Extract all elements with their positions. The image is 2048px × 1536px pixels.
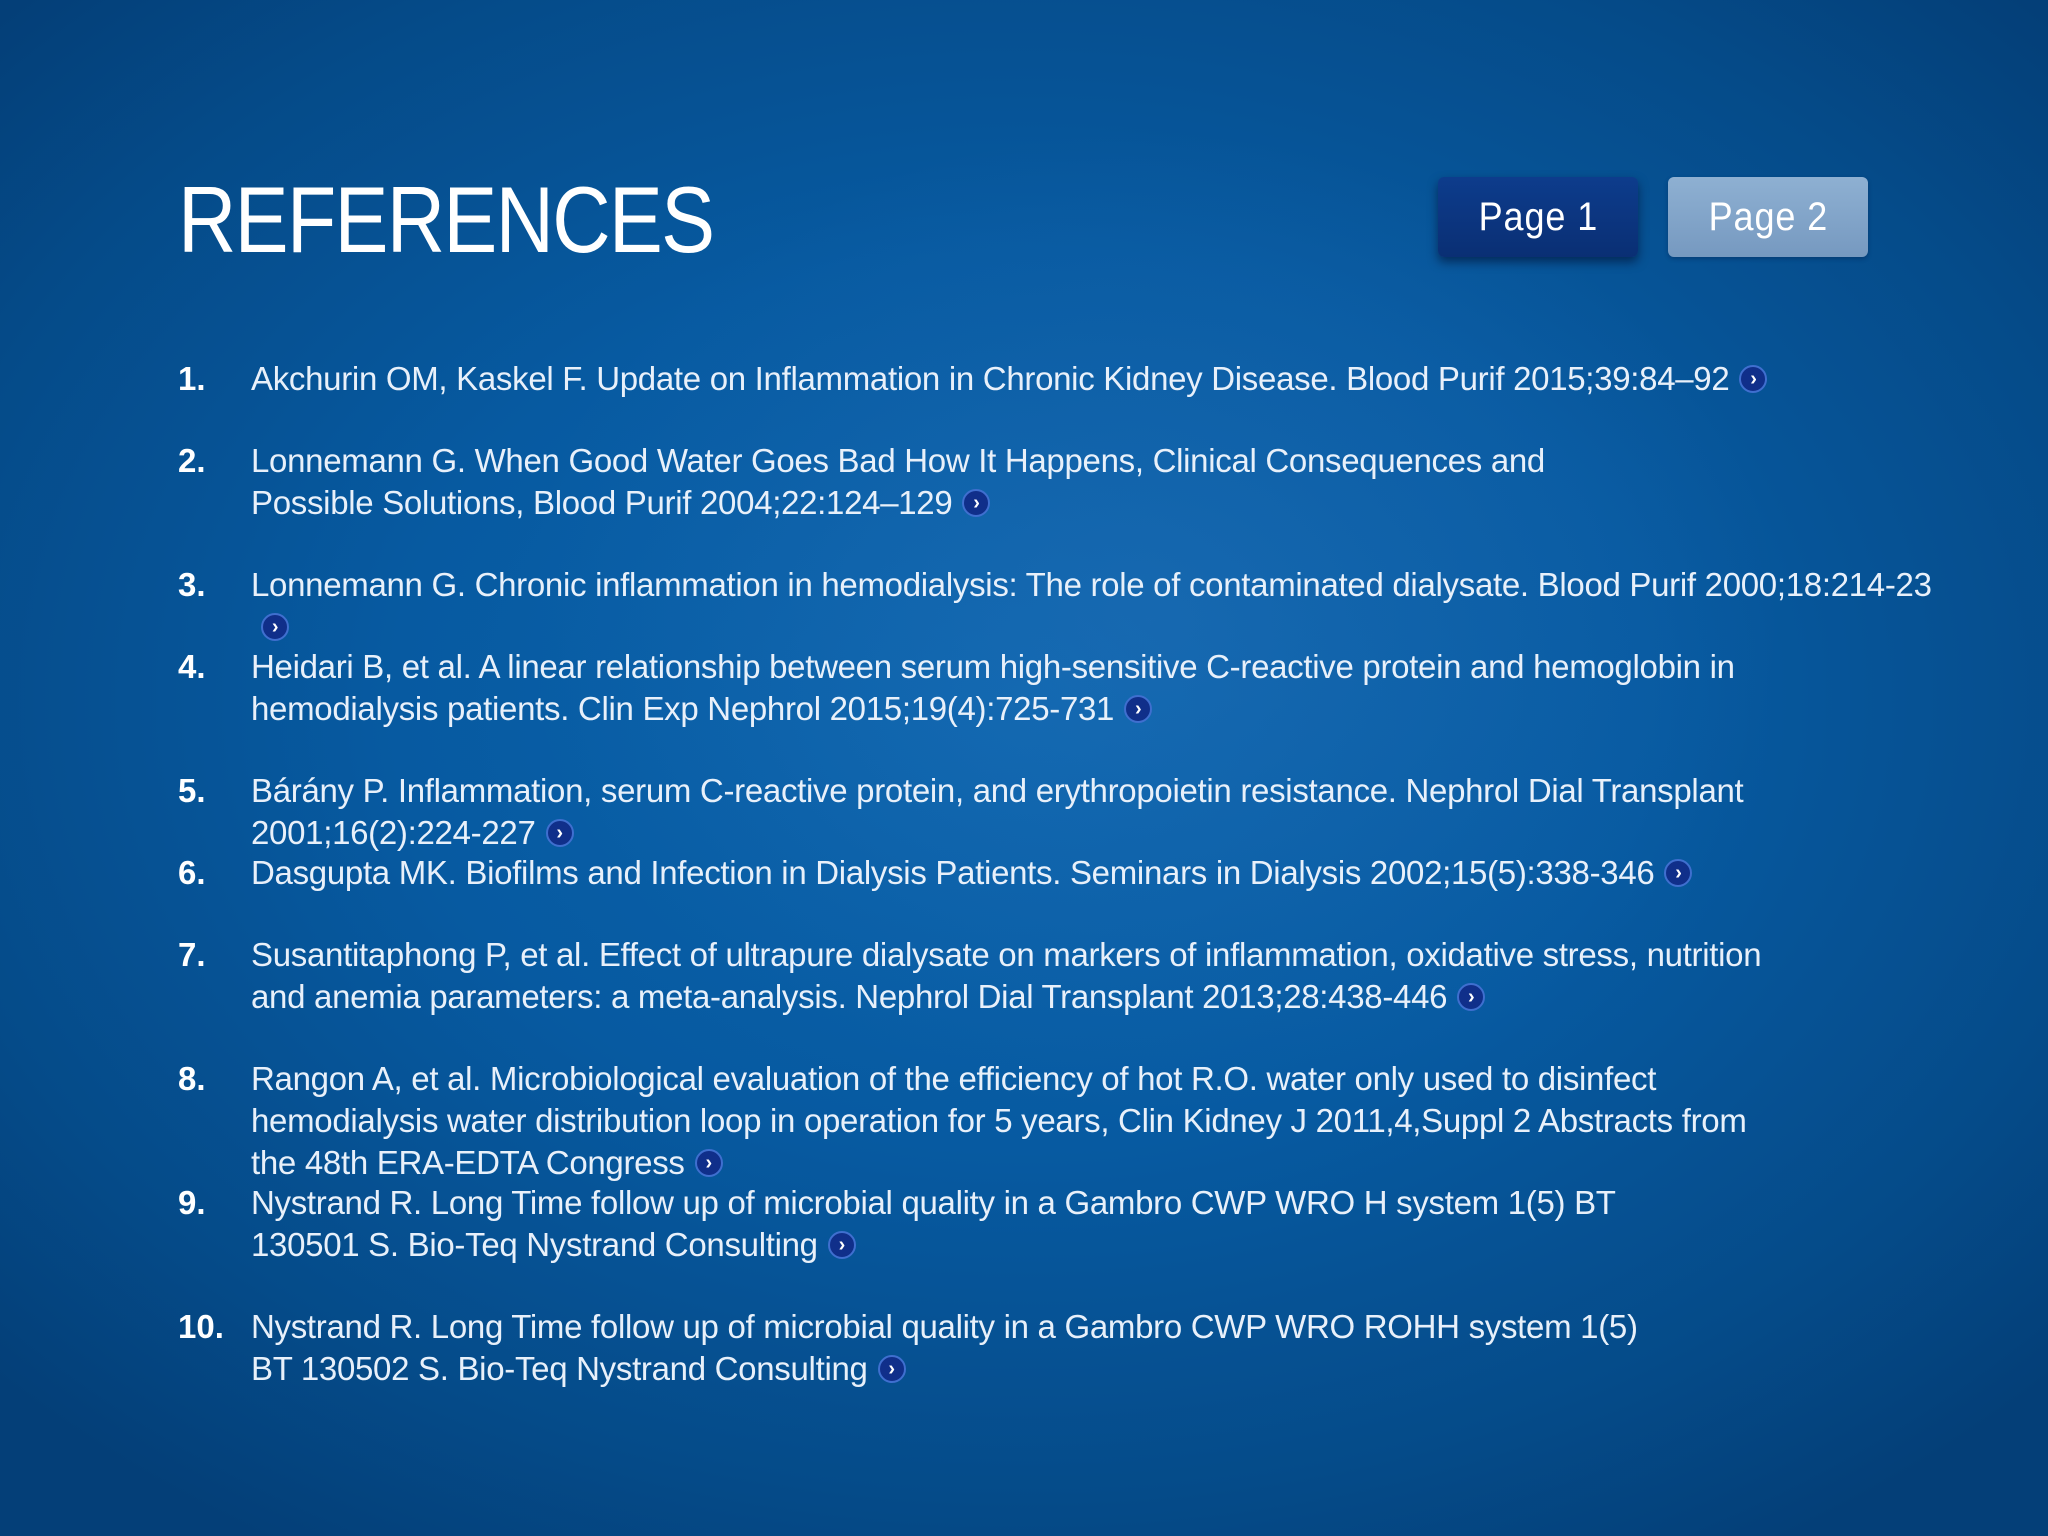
page-2-label: Page 2	[1708, 194, 1828, 239]
external-link-icon[interactable]: ›	[1457, 983, 1486, 1012]
reference-number: 7.	[178, 936, 206, 973]
reference-text-block: Susantitaphong P, et al. Effect of ultra…	[251, 934, 1791, 1018]
external-link-icon[interactable]: ›	[694, 1149, 723, 1178]
reference-text-block: Rangon A, et al. Microbiological evaluat…	[251, 1058, 1791, 1184]
page-2-button[interactable]: Page 2	[1668, 177, 1868, 257]
references-slide: REFERENCES Page 1 Page 2 1. Akchurin OM,…	[0, 0, 2048, 1536]
reference-number: 4.	[178, 648, 206, 685]
external-link-icon[interactable]: ›	[962, 489, 991, 518]
external-link-icon[interactable]: ›	[1124, 695, 1153, 724]
reference-number: 8.	[178, 1060, 206, 1097]
external-link-icon[interactable]: ›	[1739, 365, 1768, 394]
page-1-label: Page 1	[1478, 194, 1598, 239]
page-title: REFERENCES	[178, 167, 715, 272]
external-link-icon[interactable]: ›	[877, 1355, 906, 1384]
reference-text: Nystrand R. Long Time follow up of micro…	[251, 1308, 1638, 1387]
reference-number: 6.	[178, 854, 206, 891]
reference-text-block: Nystrand R. Long Time follow up of micro…	[251, 1182, 1731, 1266]
reference-text: Susantitaphong P, et al. Effect of ultra…	[251, 936, 1762, 1015]
reference-text: Lonnemann G. Chronic inflammation in hem…	[251, 566, 1932, 603]
reference-text: Dasgupta MK. Biofilms and Infection in D…	[251, 854, 1655, 891]
reference-number: 10.	[178, 1308, 224, 1345]
reference-text: Heidari B, et al. A linear relationship …	[251, 648, 1735, 727]
reference-text-block: Bárány P. Inflammation, serum C-reactive…	[251, 770, 1951, 854]
reference-number: 1.	[178, 360, 206, 397]
reference-number: 2.	[178, 442, 206, 479]
reference-text: Lonnemann G. When Good Water Goes Bad Ho…	[251, 442, 1545, 521]
reference-text-block: Lonnemann G. Chronic inflammation in hem…	[251, 564, 1941, 648]
reference-text: Akchurin OM, Kaskel F. Update on Inflamm…	[251, 360, 1730, 397]
reference-text: Rangon A, et al. Microbiological evaluat…	[251, 1060, 1747, 1181]
reference-text-block: Heidari B, et al. A linear relationship …	[251, 646, 1791, 730]
reference-number: 5.	[178, 772, 206, 809]
reference-text-block: Akchurin OM, Kaskel F. Update on Inflamm…	[251, 358, 1771, 400]
reference-number: 3.	[178, 566, 206, 603]
page-1-button[interactable]: Page 1	[1438, 177, 1638, 257]
reference-text: Bárány P. Inflammation, serum C-reactive…	[251, 772, 1744, 851]
reference-text-block: Dasgupta MK. Biofilms and Infection in D…	[251, 852, 1941, 894]
reference-text: Nystrand R. Long Time follow up of micro…	[251, 1184, 1616, 1263]
reference-text-block: Nystrand R. Long Time follow up of micro…	[251, 1306, 1671, 1390]
external-link-icon[interactable]: ›	[545, 819, 574, 848]
reference-number: 9.	[178, 1184, 206, 1221]
reference-text-block: Lonnemann G. When Good Water Goes Bad Ho…	[251, 440, 1671, 524]
external-link-icon[interactable]: ›	[1664, 859, 1693, 888]
external-link-icon[interactable]: ›	[261, 613, 289, 642]
external-link-icon[interactable]: ›	[827, 1231, 856, 1260]
